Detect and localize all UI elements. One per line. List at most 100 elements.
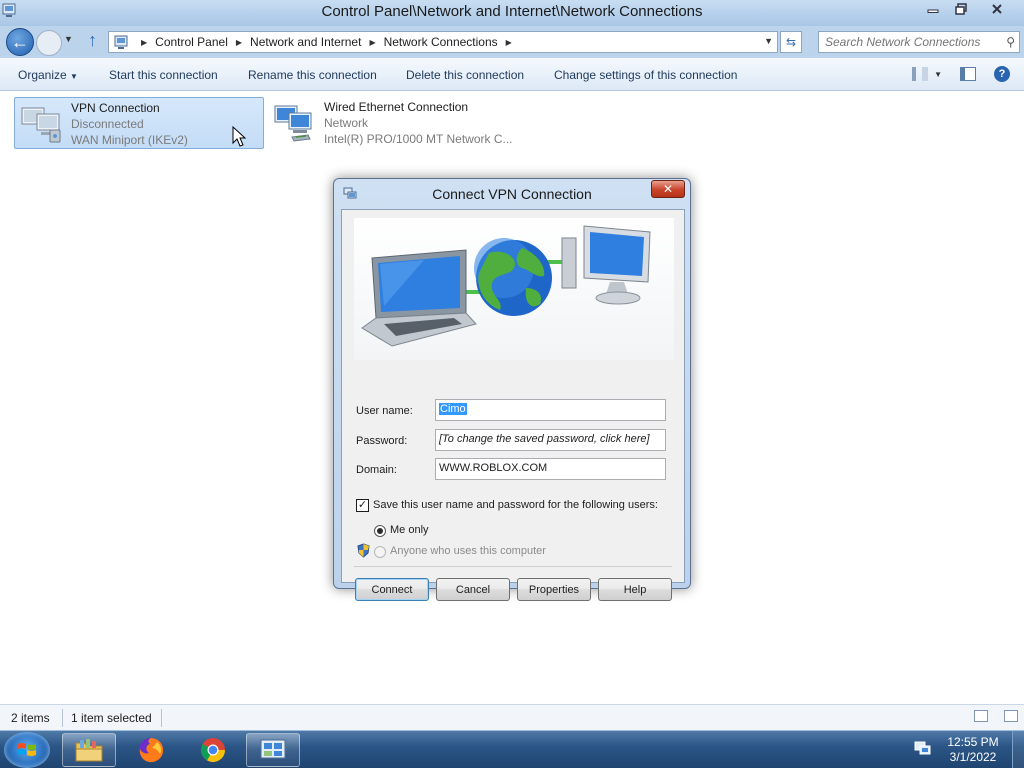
item-device: Intel(R) PRO/1000 MT Network C... bbox=[324, 132, 513, 146]
me-only-radio[interactable] bbox=[374, 525, 386, 537]
taskbar-clock[interactable]: 12:55 PM 3/1/2022 bbox=[942, 735, 1004, 765]
anyone-label: Anyone who uses this computer bbox=[390, 545, 546, 557]
item-count: 2 items bbox=[11, 711, 50, 725]
dialog-body: User name: Cimo Password: [To change the… bbox=[341, 209, 685, 601]
change-settings-button[interactable]: Change settings of this connection bbox=[554, 68, 737, 82]
control-panel-icon bbox=[114, 35, 128, 49]
rename-connection-button[interactable]: Rename this connection bbox=[248, 68, 377, 82]
search-box[interactable]: ⚲ bbox=[818, 31, 1020, 53]
username-field[interactable]: Cimo bbox=[435, 399, 666, 421]
connection-item-vpn[interactable]: VPN Connection Disconnected WAN Miniport… bbox=[14, 97, 264, 149]
vpn-connection-icon bbox=[21, 107, 61, 143]
close-icon[interactable]: ✕ bbox=[651, 180, 685, 198]
cancel-button[interactable]: Cancel bbox=[436, 578, 510, 601]
taskbar-firefox[interactable] bbox=[124, 733, 178, 767]
selection-count: 1 item selected bbox=[71, 711, 152, 725]
uac-shield-icon bbox=[357, 543, 370, 558]
preview-pane-icon[interactable] bbox=[960, 67, 976, 81]
organize-menu[interactable]: Organize ▼ bbox=[18, 68, 78, 82]
help-button[interactable]: Help bbox=[598, 578, 672, 601]
command-bar: Organize ▼ Start this connection Rename … bbox=[0, 58, 1024, 91]
start-connection-button[interactable]: Start this connection bbox=[109, 68, 218, 82]
breadcrumb-control-panel[interactable]: Control Panel bbox=[155, 35, 228, 49]
help-icon[interactable]: ? bbox=[994, 66, 1010, 82]
item-name: Wired Ethernet Connection bbox=[324, 100, 469, 114]
details-view-icon[interactable] bbox=[974, 710, 988, 722]
username-value[interactable]: Cimo bbox=[439, 403, 467, 415]
file-explorer-icon bbox=[75, 739, 103, 762]
item-status: Network bbox=[324, 116, 369, 130]
domain-field[interactable]: WWW.ROBLOX.COM bbox=[435, 458, 666, 480]
chevron-down-icon: ▼ bbox=[70, 72, 78, 81]
back-arrow-icon[interactable]: ← bbox=[6, 28, 34, 56]
start-button[interactable] bbox=[4, 732, 50, 768]
view-controls: ▼ ? bbox=[912, 66, 1010, 82]
organize-label: Organize bbox=[18, 68, 67, 82]
desktop-computer-icon bbox=[561, 225, 651, 305]
password-field[interactable]: [To change the saved password, click her… bbox=[435, 429, 666, 451]
taskbar-chrome[interactable] bbox=[186, 733, 240, 767]
recent-pages-chevron-icon[interactable]: ▼ bbox=[64, 34, 73, 44]
connection-item-ethernet[interactable]: Wired Ethernet Connection Network Intel(… bbox=[268, 97, 528, 149]
close-icon[interactable] bbox=[976, 0, 1018, 18]
ethernet-connection-icon bbox=[274, 105, 312, 142]
forward-arrow-icon[interactable] bbox=[36, 30, 62, 56]
breadcrumb-network-and-internet[interactable]: Network and Internet bbox=[250, 35, 361, 49]
connect-button[interactable]: Connect bbox=[355, 578, 429, 601]
properties-button[interactable]: Properties bbox=[517, 578, 591, 601]
save-credentials-checkbox[interactable]: ✓ bbox=[356, 499, 369, 512]
status-bar: 2 items 1 item selected bbox=[0, 704, 1024, 730]
window-title: Control Panel\Network and Internet\Netwo… bbox=[321, 3, 703, 20]
status-divider bbox=[62, 709, 63, 727]
dialog-title: Connect VPN Connection bbox=[432, 186, 592, 202]
breadcrumb-separator-icon[interactable]: ▶ bbox=[506, 38, 512, 47]
globe-icon bbox=[474, 238, 552, 316]
item-status: Disconnected bbox=[71, 117, 144, 131]
connect-vpn-dialog: Connect VPN Connection ✕ User name: Cimo… bbox=[333, 178, 691, 601]
breadcrumb-separator-icon[interactable]: ▶ bbox=[236, 38, 242, 47]
save-credentials-label[interactable]: Save this user name and password for the… bbox=[373, 499, 658, 511]
restore-icon[interactable] bbox=[948, 0, 974, 18]
change-view-button[interactable]: ▼ bbox=[912, 67, 942, 81]
taskbar: 12:55 PM 3/1/2022 bbox=[0, 730, 1024, 768]
password-label: Password: bbox=[356, 435, 408, 447]
breadcrumb-network-connections[interactable]: Network Connections bbox=[384, 35, 498, 49]
show-desktop-button[interactable] bbox=[1012, 731, 1024, 768]
taskbar-network-connections[interactable] bbox=[246, 733, 300, 767]
taskbar-file-explorer[interactable] bbox=[62, 733, 116, 767]
password-value[interactable]: [To change the saved password, click her… bbox=[436, 430, 665, 445]
large-icons-view-icon[interactable] bbox=[1004, 710, 1018, 722]
address-bar[interactable]: ▶ Control Panel ▶ Network and Internet ▶… bbox=[108, 31, 778, 53]
breadcrumb: ▶ Control Panel ▶ Network and Internet ▶… bbox=[133, 35, 520, 49]
delete-connection-button[interactable]: Delete this connection bbox=[406, 68, 524, 82]
network-tray-icon[interactable] bbox=[914, 741, 932, 757]
views-icon bbox=[912, 67, 929, 81]
refresh-icon[interactable]: ⇆ bbox=[780, 31, 802, 53]
anyone-radio[interactable] bbox=[374, 546, 386, 558]
chevron-down-icon: ▼ bbox=[934, 69, 942, 79]
search-input[interactable] bbox=[819, 32, 994, 52]
view-toggle-group bbox=[974, 710, 1018, 722]
address-dropdown-icon[interactable]: ▼ bbox=[764, 36, 773, 46]
status-divider bbox=[161, 709, 162, 727]
username-value-wrapper[interactable]: Cimo bbox=[436, 400, 665, 415]
breadcrumb-separator-icon[interactable]: ▶ bbox=[141, 38, 147, 47]
button-divider bbox=[354, 566, 672, 567]
firefox-icon bbox=[139, 738, 164, 763]
windows-logo-icon bbox=[18, 743, 36, 756]
clock-time: 12:55 PM bbox=[947, 735, 999, 749]
item-device: WAN Miniport (IKEv2) bbox=[71, 133, 188, 147]
up-arrow-icon[interactable]: ↑ bbox=[88, 30, 97, 51]
search-icon[interactable]: ⚲ bbox=[1006, 35, 1015, 49]
domain-label: Domain: bbox=[356, 464, 397, 476]
minimize-icon[interactable] bbox=[920, 0, 946, 18]
window-controls bbox=[920, 0, 1018, 18]
address-row: ← ▼ ↑ ▶ Control Panel ▶ Network and Inte… bbox=[0, 26, 1024, 58]
window-titlebar: Control Panel\Network and Internet\Netwo… bbox=[0, 0, 1024, 26]
mouse-cursor-icon bbox=[232, 126, 247, 147]
domain-value[interactable]: WWW.ROBLOX.COM bbox=[436, 459, 665, 474]
network-connections-icon bbox=[260, 739, 286, 759]
vpn-illustration bbox=[354, 218, 674, 360]
breadcrumb-separator-icon[interactable]: ▶ bbox=[369, 38, 375, 47]
me-only-label[interactable]: Me only bbox=[390, 524, 429, 536]
